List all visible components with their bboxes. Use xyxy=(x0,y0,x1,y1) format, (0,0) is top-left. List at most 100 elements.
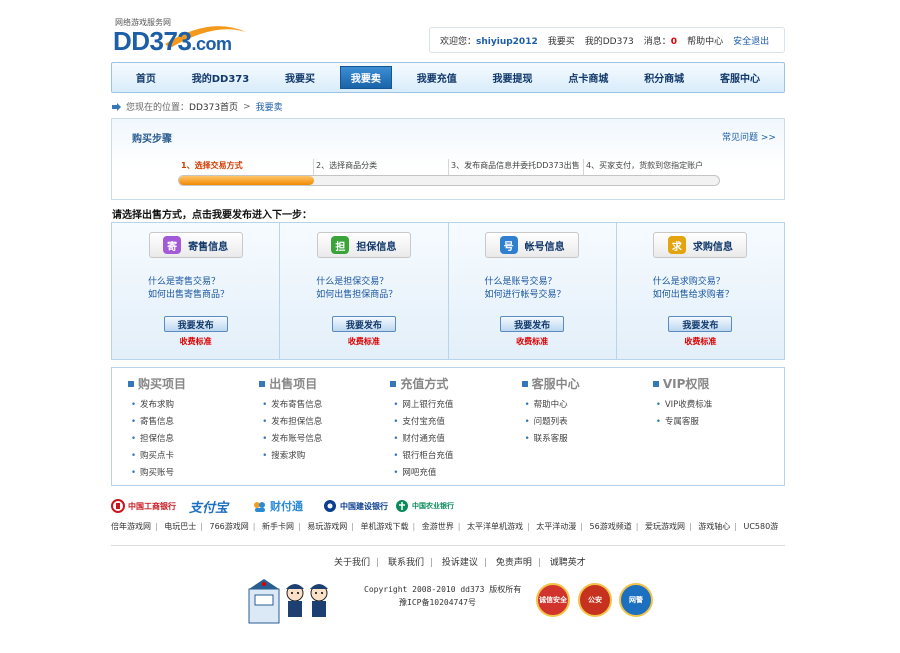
bank-logo-tenpay[interactable]: 财付通 xyxy=(253,496,303,516)
publish-consign-button[interactable]: 我要发布 xyxy=(163,316,228,332)
friend-link[interactable]: 金游世界 xyxy=(422,522,454,531)
nav-points-mall[interactable]: 积分商城 xyxy=(633,66,695,89)
footer-link[interactable]: 支付宝充值 xyxy=(390,414,521,431)
footer-link[interactable]: 财付通充值 xyxy=(390,431,521,448)
friend-link[interactable]: UC580游 xyxy=(743,522,778,531)
breadcrumb-home[interactable]: DD373首页 xyxy=(189,100,238,113)
tenpay-icon xyxy=(254,502,265,512)
trust-security-badge[interactable]: 诚信安全 xyxy=(536,583,570,617)
footer-col-title: VIP权限 xyxy=(662,377,710,391)
fee-guarantee-link[interactable]: 收费标准 xyxy=(348,336,380,347)
fee-wanted-link[interactable]: 收费标准 xyxy=(684,336,716,347)
bank-logo-ccb[interactable]: 中国建设银行 xyxy=(323,496,388,516)
faq-link[interactable]: 常见问题 >> xyxy=(722,130,776,143)
card-consign-header[interactable]: 寄 寄售信息 xyxy=(148,232,243,258)
contact-link[interactable]: 联系我们 xyxy=(388,558,424,568)
wanted-icon: 求 xyxy=(667,236,686,254)
header-link-buy[interactable]: 我要买 xyxy=(548,34,575,47)
messages-count[interactable]: 0 xyxy=(671,37,677,47)
disclaimer-link[interactable]: 免责声明 xyxy=(496,558,532,568)
copyright-line: Copyright 2008-2010 dd373 版权所有 xyxy=(364,585,522,594)
footer-link[interactable]: 网吧充值 xyxy=(390,465,521,482)
footer-link[interactable]: 发布担保信息 xyxy=(259,414,390,431)
card-guarantee-header[interactable]: 担 担保信息 xyxy=(316,232,411,258)
footer-link[interactable]: 问题列表 xyxy=(522,414,653,431)
about-link[interactable]: 关于我们 xyxy=(334,558,370,568)
progress-fill xyxy=(179,176,314,185)
footer-link[interactable]: 搜索求购 xyxy=(259,448,390,465)
friend-link[interactable]: 游戏轴心 xyxy=(698,522,730,531)
publish-wanted-button[interactable]: 我要发布 xyxy=(668,316,733,332)
card-guarantee: 担 担保信息 什么是担保交易？ 如何出售担保商品？ 我要发布 收费标准 xyxy=(280,223,449,359)
footer-link[interactable]: VIP收费标准 xyxy=(653,397,784,414)
publish-guarantee-button[interactable]: 我要发布 xyxy=(331,316,396,332)
nav-service[interactable]: 客服中心 xyxy=(709,66,771,89)
footer-link[interactable]: 网上银行充值 xyxy=(390,397,521,414)
publish-account-button[interactable]: 我要发布 xyxy=(500,316,565,332)
username-link[interactable]: shiyiup2012 xyxy=(476,37,538,47)
footer-link[interactable]: 担保信息 xyxy=(128,431,259,448)
fee-account-link[interactable]: 收费标准 xyxy=(516,336,548,347)
footer-link[interactable]: 联系客服 xyxy=(522,431,653,448)
complaint-link[interactable]: 投诉建议 xyxy=(442,558,478,568)
card-wanted-q2[interactable]: 如何出售给求购者？ xyxy=(653,289,784,302)
cyber-police-badge[interactable]: 网警 xyxy=(619,583,653,617)
nav-card-mall[interactable]: 点卡商城 xyxy=(557,66,619,89)
card-account-title: 帐号信息 xyxy=(524,241,565,253)
nav-withdraw[interactable]: 我要提现 xyxy=(482,66,544,89)
main-nav: 首页 我的DD373 我要买 我要卖 我要充值 我要提现 点卡商城 积分商城 客… xyxy=(111,62,785,93)
card-wanted-q1[interactable]: 什么是求购交易？ xyxy=(653,276,784,289)
logout-link[interactable]: 安全退出 xyxy=(733,34,769,47)
footer-col-buy: 购买项目 发布求购 寄售信息 担保信息 购买点卡 购买账号 xyxy=(128,375,259,485)
card-account-header[interactable]: 号 帐号信息 xyxy=(485,232,580,258)
bank-logo-icbc[interactable]: 中国工商银行 xyxy=(111,496,176,516)
header-link-my-dd373[interactable]: 我的DD373 xyxy=(585,34,634,47)
card-guarantee-q1[interactable]: 什么是担保交易？ xyxy=(316,276,447,289)
friend-link[interactable]: 766游戏网 xyxy=(210,522,249,531)
friend-link[interactable]: 单机游戏下载 xyxy=(361,522,409,531)
card-account-q2[interactable]: 如何进行帐号交易？ xyxy=(485,289,616,302)
friend-link[interactable]: 新手卡网 xyxy=(262,522,294,531)
friend-link[interactable]: 电玩巴士 xyxy=(164,522,196,531)
icp-line: 豫ICP备10204747号 xyxy=(399,598,476,607)
footer-link[interactable]: 发布求购 xyxy=(128,397,259,414)
footer-link[interactable]: 寄售信息 xyxy=(128,414,259,431)
bank-logo-alipay[interactable]: 支付宝 xyxy=(189,496,228,516)
footer-link[interactable]: 银行柜台充值 xyxy=(390,448,521,465)
card-guarantee-q2[interactable]: 如何出售担保商品？ xyxy=(316,289,447,302)
friend-link[interactable]: 易玩游戏网 xyxy=(307,522,347,531)
friend-link[interactable]: 倍年游戏网 xyxy=(111,522,151,531)
bank-name: 财付通 xyxy=(270,500,303,513)
police-mascot-icon xyxy=(248,579,328,624)
nav-sell[interactable]: 我要卖 xyxy=(339,66,392,89)
nav-home[interactable]: 首页 xyxy=(125,66,167,89)
footer-link[interactable]: 购买点卡 xyxy=(128,448,259,465)
police-badge[interactable]: 公安 xyxy=(578,583,612,617)
fee-consign-link[interactable]: 收费标准 xyxy=(180,336,212,347)
nav-buy[interactable]: 我要买 xyxy=(274,66,326,89)
card-wanted-header[interactable]: 求 求购信息 xyxy=(653,232,748,258)
footer-link[interactable]: 发布账号信息 xyxy=(259,431,390,448)
nav-my-dd373[interactable]: 我的DD373 xyxy=(181,66,260,89)
footer-link[interactable]: 帮助中心 xyxy=(522,397,653,414)
friend-link[interactable]: 太平洋动漫 xyxy=(536,522,576,531)
card-consign-q1[interactable]: 什么是寄售交易？ xyxy=(148,276,279,289)
friend-link[interactable]: 太平洋单机游戏 xyxy=(467,522,523,531)
jobs-link[interactable]: 诚聘英才 xyxy=(550,558,586,568)
nav-recharge[interactable]: 我要充值 xyxy=(406,66,468,89)
bank-logo-abc[interactable]: 中国农业银行 xyxy=(395,496,454,516)
footer-link[interactable]: 发布寄售信息 xyxy=(259,397,390,414)
card-consign: 寄 寄售信息 什么是寄售交易？ 如何出售寄售商品？ 我要发布 收费标准 xyxy=(112,223,281,359)
card-consign-title: 寄售信息 xyxy=(188,241,229,253)
footer-link[interactable]: 专属客服 xyxy=(653,414,784,431)
friend-link[interactable]: 爱玩游戏网 xyxy=(645,522,685,531)
card-consign-q2[interactable]: 如何出售寄售商品？ xyxy=(148,289,279,302)
friend-link[interactable]: 56游戏频道 xyxy=(590,522,632,531)
help-center-link[interactable]: 帮助中心 xyxy=(687,34,723,47)
bank-name: 中国工商银行 xyxy=(128,501,176,511)
card-account-q1[interactable]: 什么是账号交易？ xyxy=(485,276,616,289)
bullet-icon xyxy=(652,380,659,387)
footer-link[interactable]: 购买账号 xyxy=(128,465,259,482)
sell-method-cards: 寄 寄售信息 什么是寄售交易？ 如何出售寄售商品？ 我要发布 收费标准 担 担保… xyxy=(111,222,785,360)
logo[interactable]: DD373.com xyxy=(113,26,232,57)
